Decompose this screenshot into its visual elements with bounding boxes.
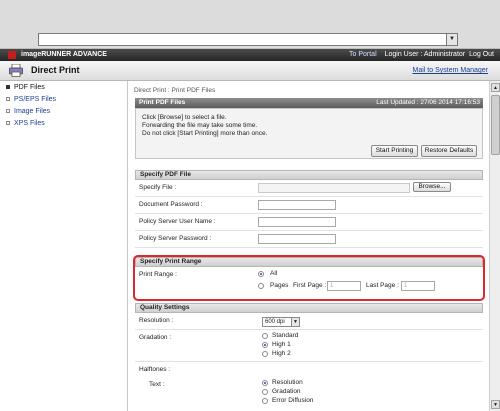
bullet-icon	[6, 85, 10, 90]
document-password-field[interactable]	[258, 200, 336, 210]
policy-password-field[interactable]	[258, 234, 336, 244]
restore-defaults-button[interactable]: Restore Defaults	[421, 145, 477, 157]
resolution-select[interactable]: 600 dpi ▼	[262, 317, 300, 327]
brand-title: imageRUNNER ADVANCE	[21, 51, 107, 58]
browser-toolbar: ▼	[0, 0, 500, 49]
scroll-up-icon[interactable]: ▲	[491, 83, 500, 92]
print-panel-header: Print PDF Files Last Updated : 27/06 201…	[135, 98, 483, 108]
sidebar: PDF Files PS/EPS Files Image Files XPS F…	[0, 81, 128, 411]
sidebar-item-xps-files[interactable]: XPS Files	[6, 120, 45, 127]
print-range-highlight	[133, 255, 485, 301]
vertical-scrollbar[interactable]: ▲ ▼	[489, 81, 500, 411]
text-resolution-label: Resolution	[272, 379, 303, 386]
sidebar-item-image-files[interactable]: Image Files	[6, 108, 50, 115]
chevron-down-icon[interactable]: ▼	[291, 318, 299, 326]
halftones-label: Halftones :	[139, 366, 171, 373]
text-halftone-row: Text : Resolution Gradation Error Diffus…	[135, 377, 483, 411]
sidebar-item-label: PDF Files	[14, 84, 45, 91]
gradation-standard-label: Standard	[272, 332, 299, 339]
brand-links: To Portal Login User : Administrator Log…	[343, 50, 494, 60]
text-error-diffusion-radio[interactable]	[262, 398, 268, 404]
address-dropdown[interactable]: ▼	[38, 33, 458, 46]
instruction-line-2: Forwarding the file may take some time.	[142, 122, 258, 129]
policy-password-row: Policy Server Password :	[135, 231, 483, 248]
bullet-icon	[6, 109, 10, 114]
last-updated-text: Last Updated : 27/06 2014 17:16:53	[376, 99, 480, 106]
sidebar-item-label: Image Files	[14, 108, 51, 115]
mail-to-system-manager-link[interactable]: Mail to System Manager	[413, 67, 488, 74]
resolution-label: Resolution :	[139, 317, 174, 324]
text-gradation-radio[interactable]	[262, 389, 268, 395]
login-user-text: Login User : Administrator	[384, 51, 466, 58]
file-path-field[interactable]	[258, 183, 410, 193]
specify-file-row: Specify File : Browse...	[135, 180, 483, 197]
gradation-high2-radio[interactable]	[262, 351, 268, 357]
policy-password-label: Policy Server Password :	[139, 235, 212, 242]
gradation-high1-radio[interactable]	[262, 342, 268, 348]
page-title: Direct Print	[31, 65, 80, 75]
printer-icon	[9, 64, 23, 77]
text-resolution-radio[interactable]	[262, 380, 268, 386]
resolution-row: Resolution : 600 dpi ▼	[135, 313, 483, 330]
specify-file-label: Specify File :	[139, 184, 177, 191]
instruction-line-3: Do not click [Start Printing] more than …	[142, 130, 268, 137]
to-portal-link[interactable]: To Portal	[349, 51, 377, 58]
browse-button[interactable]: Browse...	[413, 182, 451, 192]
policy-user-field[interactable]	[258, 217, 336, 227]
gradation-high2-label: High 2	[272, 350, 291, 357]
sidebar-item-label: PS/EPS Files	[14, 96, 57, 103]
gradation-row: Gradation : Standard High 1 High 2	[135, 330, 483, 362]
document-password-label: Document Password :	[139, 201, 203, 208]
start-printing-button[interactable]: Start Printing	[371, 145, 418, 157]
main-content: Direct Print : Print PDF Files Print PDF…	[129, 81, 489, 411]
app-header: Direct Print Mail to System Manager	[0, 61, 500, 81]
specify-file-header: Specify PDF File	[135, 170, 483, 180]
scroll-down-icon[interactable]: ▼	[491, 400, 500, 409]
sidebar-item-ps-eps-files[interactable]: PS/EPS Files	[6, 96, 56, 103]
breadcrumb: Direct Print : Print PDF Files	[134, 87, 216, 94]
quality-settings-header: Quality Settings	[135, 303, 483, 313]
text-gradation-label: Gradation	[272, 388, 301, 395]
bullet-icon	[6, 97, 10, 102]
print-panel-body: Click [Browse] to select a file. Forward…	[135, 108, 483, 159]
gradation-standard-radio[interactable]	[262, 333, 268, 339]
gradation-label: Gradation :	[139, 334, 172, 341]
scroll-thumb[interactable]	[491, 95, 500, 155]
canon-logo-icon	[8, 51, 16, 59]
print-panel-title: Print PDF Files	[139, 99, 186, 106]
logout-link[interactable]: Log Out	[469, 51, 494, 58]
bullet-icon	[6, 121, 10, 126]
halftones-row: Halftones :	[135, 362, 483, 377]
chevron-down-icon[interactable]: ▼	[446, 34, 457, 45]
text-label: Text :	[149, 381, 165, 388]
gradation-high1-label: High 1	[272, 341, 291, 348]
sidebar-item-pdf-files[interactable]: PDF Files	[6, 84, 45, 91]
policy-user-label: Policy Server User Name :	[139, 218, 216, 225]
instruction-line-1: Click [Browse] to select a file.	[142, 114, 227, 121]
sidebar-item-label: XPS Files	[14, 120, 45, 127]
policy-user-row: Policy Server User Name :	[135, 214, 483, 231]
resolution-value: 600 dpi	[265, 319, 285, 325]
brand-bar: imageRUNNER ADVANCE To Portal Login User…	[0, 49, 500, 61]
text-error-diffusion-label: Error Diffusion	[272, 397, 314, 404]
document-password-row: Document Password :	[135, 197, 483, 214]
